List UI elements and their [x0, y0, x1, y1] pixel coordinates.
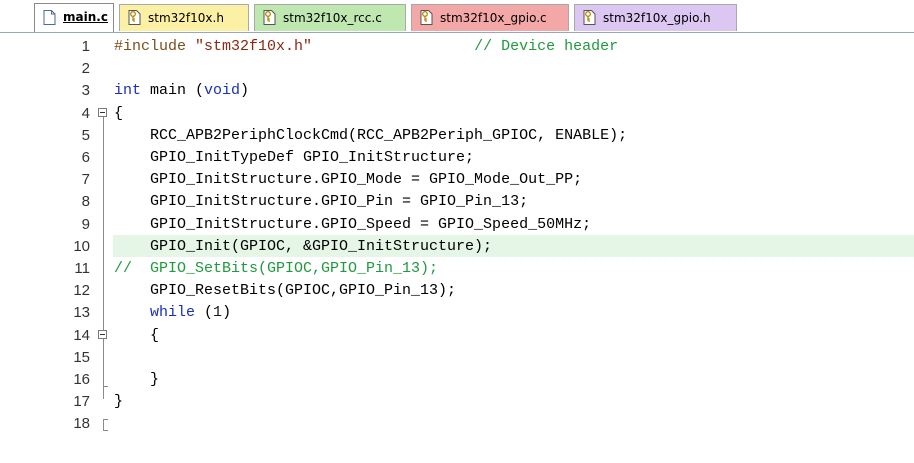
- line-number: 2: [81, 60, 90, 78]
- fold-collapse-icon[interactable]: [98, 330, 107, 339]
- code-line[interactable]: 2: [0, 57, 914, 79]
- code-token: 1: [213, 304, 223, 322]
- code-text: while (1): [114, 304, 231, 321]
- tab-label: stm32f10x_gpio.h: [603, 11, 711, 25]
- code-token: {: [114, 104, 124, 122]
- code-text: GPIO_Init(GPIOC, &GPIO_InitStructure);: [114, 238, 492, 255]
- code-editor[interactable]: 18 17} 16 } 15 14 {13 while (1) 12 GPIO_Reset…: [0, 33, 914, 463]
- line-number: 7: [81, 171, 90, 189]
- line-number: 10: [73, 237, 90, 255]
- code-line[interactable]: 4{: [0, 102, 914, 124]
- code-token: int: [114, 82, 142, 100]
- tab-stm32f10x-gpio-h[interactable]: stm32f10x_gpio.h: [574, 4, 737, 31]
- code-token: RCC_APB2PeriphClockCmd(RCC_APB2Periph_GP…: [114, 126, 628, 144]
- line-number: 13: [73, 304, 90, 322]
- tab-main-c[interactable]: main.c: [34, 3, 114, 32]
- code-line[interactable]: 13 while (1): [0, 301, 914, 323]
- code-text: GPIO_InitStructure.GPIO_Pin = GPIO_Pin_1…: [114, 193, 528, 210]
- code-line[interactable]: 6 GPIO_InitTypeDef GPIO_InitStructure;: [0, 146, 914, 168]
- code-text: // GPIO_SetBits(GPIOC,GPIO_Pin_13);: [114, 260, 438, 277]
- code-token: (: [195, 304, 214, 322]
- code-token: while: [150, 304, 196, 322]
- line-number: 5: [81, 126, 90, 144]
- line-number: 1: [81, 38, 90, 55]
- code-text: GPIO_ResetBits(GPIOC,GPIO_Pin_13);: [114, 282, 456, 299]
- key-document-icon: [263, 10, 276, 25]
- code-text: GPIO_InitStructure.GPIO_Mode = GPIO_Mode…: [114, 171, 582, 188]
- code-line[interactable]: 10 GPIO_Init(GPIOC, &GPIO_InitStructure)…: [0, 234, 914, 257]
- code-token: // Device header: [474, 38, 619, 55]
- code-token: #include: [114, 38, 196, 55]
- tab-stm32f10x-rcc-c[interactable]: stm32f10x_rcc.c: [254, 4, 406, 31]
- fold-end-marker: [103, 430, 108, 431]
- code-token: // GPIO_SetBits(GPIOC,GPIO_Pin_13);: [114, 260, 439, 277]
- code-token: }: [114, 393, 124, 411]
- fold-guide-line: [103, 117, 104, 399]
- code-token: }: [114, 371, 160, 388]
- code-token: ): [222, 304, 232, 322]
- document-icon: [43, 10, 56, 25]
- line-number: 11: [74, 260, 90, 277]
- line-number: 8: [81, 193, 90, 211]
- code-text: int main (void): [114, 82, 249, 99]
- code-token: {: [114, 326, 160, 344]
- line-number: 12: [73, 282, 90, 300]
- line-number: 4: [81, 104, 90, 122]
- tab-label: main.c: [63, 10, 108, 24]
- code-line[interactable]: 7 GPIO_InitStructure.GPIO_Mode = GPIO_Mo…: [0, 168, 914, 190]
- line-number: 18: [73, 415, 90, 433]
- line-number: 3: [81, 82, 90, 100]
- code-line[interactable]: 14 {: [0, 324, 914, 346]
- code-line[interactable]: 3 int main (void): [0, 79, 914, 101]
- code-text: {: [114, 105, 123, 122]
- code-text: #include "stm32f10x.h" // Device header: [114, 38, 618, 55]
- code-line[interactable]: 11 // GPIO_SetBits(GPIOC,GPIO_Pin_13);: [0, 257, 914, 279]
- code-line[interactable]: 1 #include "stm32f10x.h" // Device header: [0, 35, 914, 57]
- code-token: GPIO_InitStructure.GPIO_Speed = GPIO_Spe…: [114, 215, 592, 233]
- key-document-icon: [583, 10, 596, 25]
- code-line[interactable]: 8 GPIO_InitStructure.GPIO_Pin = GPIO_Pin…: [0, 190, 914, 212]
- code-line[interactable]: 17}: [0, 390, 914, 412]
- fold-collapse-icon[interactable]: [98, 108, 107, 117]
- code-token: GPIO_InitStructure.GPIO_Mode = GPIO_Mode…: [114, 171, 583, 189]
- line-number: 14: [73, 326, 90, 344]
- code-token: ): [240, 82, 250, 100]
- code-text: {: [114, 327, 159, 344]
- code-text: }: [114, 371, 159, 388]
- code-token: GPIO_InitStructure.GPIO_Pin = GPIO_Pin_1…: [114, 193, 529, 211]
- tab-stm32f10x-gpio-c[interactable]: stm32f10x_gpio.c: [411, 4, 569, 31]
- code-line[interactable]: 16 }: [0, 368, 914, 390]
- code-line[interactable]: 15: [0, 346, 914, 368]
- line-number: 6: [81, 149, 90, 166]
- code-text: GPIO_InitStructure.GPIO_Speed = GPIO_Spe…: [114, 216, 591, 233]
- tab-stm32f10x-h[interactable]: stm32f10x.h: [119, 4, 249, 31]
- code-line[interactable]: 9 GPIO_InitStructure.GPIO_Speed = GPIO_S…: [0, 213, 914, 235]
- code-line[interactable]: 18: [0, 412, 914, 434]
- code-token: GPIO_InitTypeDef GPIO_InitStructure;: [114, 149, 475, 166]
- key-document-icon: [128, 10, 141, 25]
- code-token: GPIO_ResetBits(GPIOC,GPIO_Pin_13);: [114, 282, 457, 300]
- code-token: void: [204, 82, 241, 100]
- key-document-icon: [420, 10, 433, 25]
- code-token: "stm32f10x.h": [195, 38, 313, 55]
- tab-label: stm32f10x_rcc.c: [283, 11, 382, 25]
- line-number: 15: [73, 348, 90, 366]
- line-number: 17: [73, 393, 90, 411]
- code-text: GPIO_InitTypeDef GPIO_InitStructure;: [114, 149, 474, 166]
- code-token: main (: [141, 82, 205, 100]
- tab-label: stm32f10x_gpio.c: [440, 11, 547, 25]
- fold-end-marker: [103, 386, 108, 387]
- code-text: RCC_APB2PeriphClockCmd(RCC_APB2Periph_GP…: [114, 127, 627, 144]
- line-number: 9: [81, 215, 90, 233]
- code-line[interactable]: 12 GPIO_ResetBits(GPIOC,GPIO_Pin_13);: [0, 279, 914, 301]
- code-token: GPIO_Init(GPIOC, &GPIO_InitStructure);: [114, 237, 493, 255]
- editor-tab-bar: main.c stm32f10x.h stm32f10x_rcc.c stm32…: [0, 0, 914, 33]
- tab-label: stm32f10x.h: [148, 11, 224, 25]
- code-text: }: [114, 393, 123, 410]
- code-line[interactable]: 5 RCC_APB2PeriphClockCmd(RCC_APB2Periph_…: [0, 124, 914, 146]
- line-number: 16: [73, 371, 90, 388]
